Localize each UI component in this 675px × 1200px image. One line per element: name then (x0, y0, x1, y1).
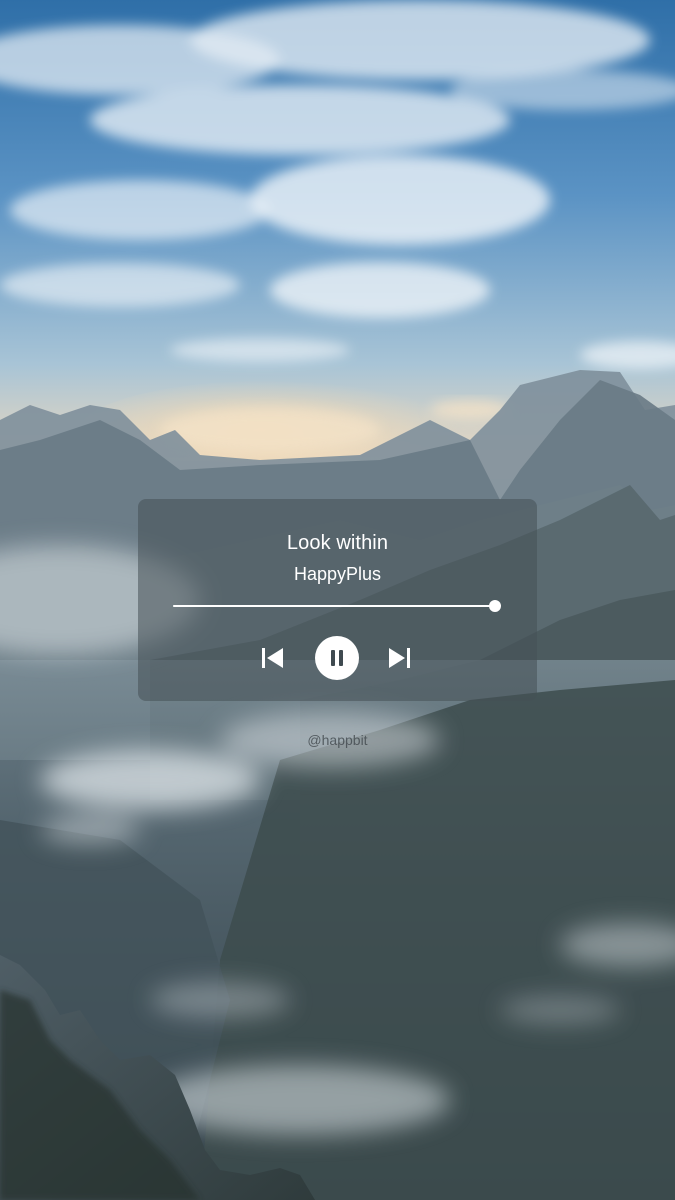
progress-fill (173, 605, 495, 607)
music-player-card: Look within HappyPlus (138, 499, 537, 701)
track-title: Look within (286, 532, 389, 554)
next-track-button[interactable] (385, 646, 413, 670)
skip-next-icon (389, 648, 410, 668)
pause-icon (331, 650, 343, 666)
playback-controls (138, 636, 537, 680)
previous-track-button[interactable] (259, 646, 287, 670)
creator-handle: @happbit (307, 732, 368, 748)
pause-button[interactable] (315, 636, 359, 680)
playback-progress-bar[interactable] (173, 600, 501, 612)
skip-previous-icon (262, 648, 283, 668)
progress-scrubber-knob[interactable] (489, 600, 501, 612)
track-artist: HappyPlus (293, 564, 382, 584)
